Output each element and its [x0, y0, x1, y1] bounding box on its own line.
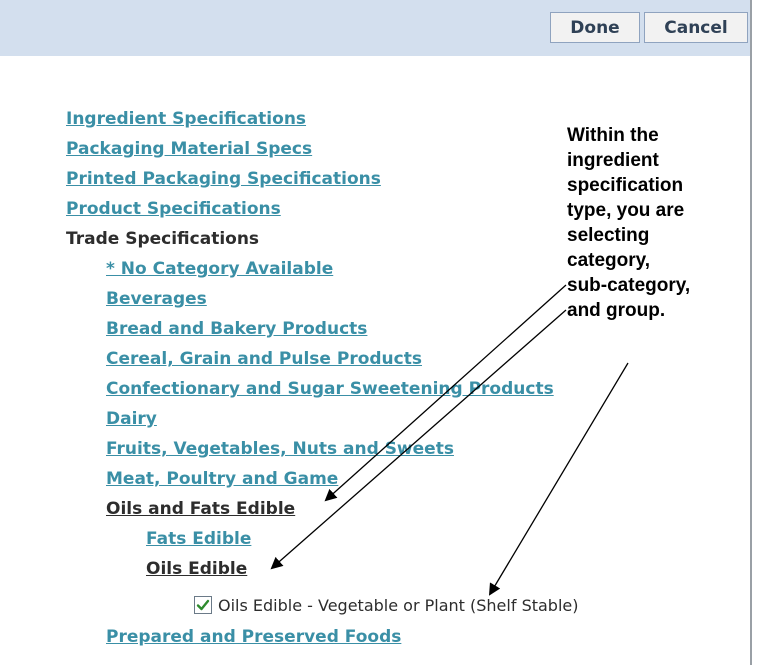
arrow-to-category	[324, 284, 567, 502]
annotation-arrows	[270, 284, 629, 596]
arrow-to-subcategory	[270, 309, 567, 570]
arrow-to-group	[488, 362, 629, 596]
